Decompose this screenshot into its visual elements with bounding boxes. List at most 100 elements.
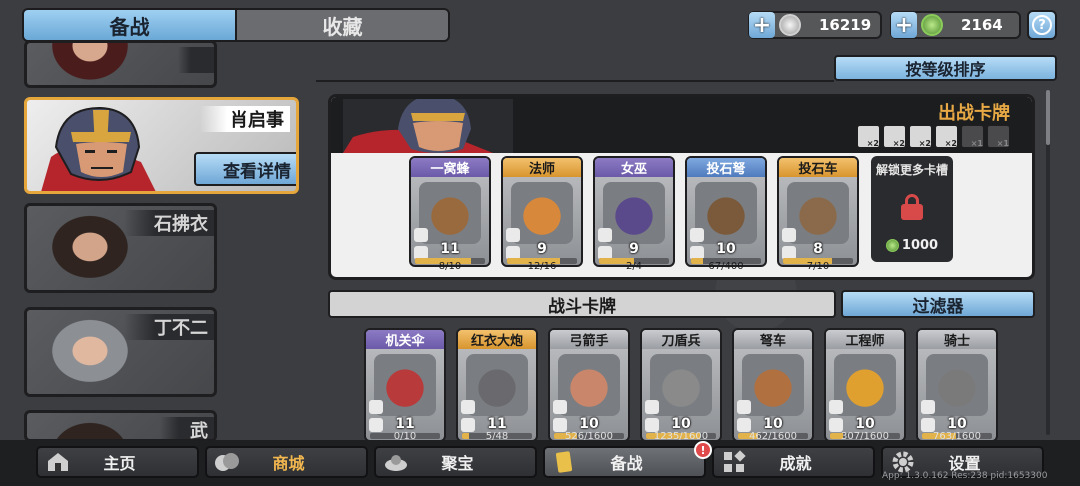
silver-currency: + 16219 xyxy=(748,11,882,39)
unit-portrait xyxy=(511,182,573,244)
nav-achievement[interactable]: 成就 xyxy=(712,446,875,478)
hero-card[interactable]: 武 xyxy=(24,410,217,442)
skill-effect-icon[interactable]: ×1 xyxy=(987,125,1010,148)
hero-card-top[interactable] xyxy=(24,40,217,88)
locked-slot-title: 解锁更多卡槽 xyxy=(875,163,948,177)
unit-trait-icon xyxy=(921,418,935,432)
unit-card[interactable]: 机关伞 11 xyxy=(364,328,446,442)
card-name: 刀盾兵 xyxy=(642,330,720,349)
card-name: 女巫 xyxy=(595,158,673,177)
card-level: 10 xyxy=(716,241,736,257)
unit-trait-icon xyxy=(829,418,843,432)
unit-card[interactable]: 法师 9 xyxy=(501,156,583,267)
help-button[interactable]: ? xyxy=(1027,10,1057,40)
scrollbar[interactable] xyxy=(1046,90,1050,435)
hero-card-selected[interactable]: 肖启事 查看详情 xyxy=(24,97,299,194)
version-info: App: 1.3.0.162 Res:238 pid:1653300 xyxy=(882,471,1048,481)
unit-card[interactable]: 工程师 10 xyxy=(824,328,906,442)
unit-trait-icon xyxy=(598,228,612,242)
sort-by-level-button[interactable]: 按等级排序 xyxy=(834,55,1057,81)
lock-icon xyxy=(901,194,923,220)
unit-card[interactable]: 投石车 8 xyxy=(777,156,859,267)
card-name: 弩车 xyxy=(734,330,812,349)
view-details-button[interactable]: 查看详情 xyxy=(194,152,296,186)
hero-card[interactable]: 石拂衣 xyxy=(24,203,217,293)
nav-home[interactable]: 主页 xyxy=(36,446,199,478)
card-level: 11 xyxy=(487,416,507,432)
unit-trait-icon xyxy=(461,418,475,432)
nav-prepare[interactable]: 备战 ! xyxy=(543,441,712,478)
card-progress-text: 2/4 xyxy=(625,261,643,272)
hero-name: 武 xyxy=(160,417,214,439)
unlock-cost: 1000 xyxy=(885,238,939,253)
card-name: 法师 xyxy=(503,158,581,177)
achievement-icon xyxy=(720,449,748,475)
effect-icons: ×2 ×2 ×2 ×2 ×1 ×1 xyxy=(857,125,1010,148)
card-name: 一窝蜂 xyxy=(411,158,489,177)
unit-trait-icon xyxy=(506,228,520,242)
unit-trait-icon xyxy=(461,400,475,414)
hero-portrait xyxy=(41,106,156,191)
unit-portrait xyxy=(742,354,804,416)
green-gem-icon xyxy=(885,239,899,252)
skill-effect-icon[interactable]: ×2 xyxy=(909,125,932,148)
unit-card[interactable]: 骑士 10 xyxy=(916,328,998,442)
deck-title: 出战卡牌 xyxy=(938,103,1010,124)
unit-card[interactable]: 一窝蜂 11 xyxy=(409,156,491,267)
unit-card[interactable]: 红衣大炮 11 xyxy=(456,328,538,442)
unlock-cost-value: 1000 xyxy=(901,238,939,253)
card-progress-text: 8/10 xyxy=(438,261,462,272)
tab-collection[interactable]: 收藏 xyxy=(237,10,448,40)
gem-currency: + 2164 xyxy=(890,11,1021,39)
nav-shop[interactable]: 商城 xyxy=(205,446,368,478)
hero-card[interactable]: 丁不二 xyxy=(24,307,217,397)
unit-portrait xyxy=(603,182,665,244)
unit-trait-icon xyxy=(737,418,751,432)
skill-effect-icon[interactable]: ×1 xyxy=(961,125,984,148)
unit-card[interactable]: 刀盾兵 10 xyxy=(640,328,722,442)
nav-treasure[interactable]: 聚宝 xyxy=(374,446,537,478)
add-silver-button[interactable]: + xyxy=(749,12,775,38)
filter-button[interactable]: 过滤器 xyxy=(841,290,1035,318)
unit-portrait xyxy=(650,354,712,416)
green-gem-icon xyxy=(921,14,943,36)
card-progress-text: 12/16 xyxy=(527,261,557,272)
unit-portrait xyxy=(834,354,896,416)
treasure-icon xyxy=(382,449,410,475)
unit-card[interactable]: 弓箭手 10 xyxy=(548,328,630,442)
notification-badge: ! xyxy=(694,441,712,459)
unit-trait-icon xyxy=(553,418,567,432)
unit-trait-icon xyxy=(737,400,751,414)
card-name: 工程师 xyxy=(826,330,904,349)
card-level: 9 xyxy=(629,241,639,257)
card-name: 弓箭手 xyxy=(550,330,628,349)
unit-portrait xyxy=(419,182,481,244)
card-progress-text: 67/400 xyxy=(708,261,744,272)
card-level: 10 xyxy=(947,416,967,432)
add-gem-button[interactable]: + xyxy=(891,12,917,38)
hero-portrait xyxy=(35,43,145,85)
cards-icon xyxy=(551,449,579,475)
unit-trait-icon xyxy=(690,228,704,242)
unit-portrait xyxy=(787,182,849,244)
unit-trait-icon xyxy=(553,400,567,414)
gem-value: 2164 xyxy=(961,16,1003,34)
card-progress-text: 7/10 xyxy=(806,261,830,272)
card-name: 红衣大炮 xyxy=(458,330,536,349)
unit-card[interactable]: 投石弩 10 xyxy=(685,156,767,267)
unit-trait-icon xyxy=(645,400,659,414)
unit-card[interactable]: 女巫 9 xyxy=(593,156,675,267)
unit-card[interactable]: 弩车 10 xyxy=(732,328,814,442)
card-level: 10 xyxy=(763,416,783,432)
tab-prepare[interactable]: 备战 xyxy=(24,10,237,40)
card-level: 10 xyxy=(579,416,599,432)
unit-portrait xyxy=(695,182,757,244)
unit-portrait xyxy=(374,354,436,416)
skill-effect-icon[interactable]: ×2 xyxy=(857,125,880,148)
unit-trait-icon xyxy=(645,418,659,432)
skill-effect-icon[interactable]: ×2 xyxy=(883,125,906,148)
locked-slot[interactable]: 解锁更多卡槽 1000 xyxy=(871,156,953,262)
unit-portrait xyxy=(926,354,988,416)
skill-effect-icon[interactable]: ×2 xyxy=(935,125,958,148)
hero-name: 丁不二 xyxy=(124,314,214,340)
